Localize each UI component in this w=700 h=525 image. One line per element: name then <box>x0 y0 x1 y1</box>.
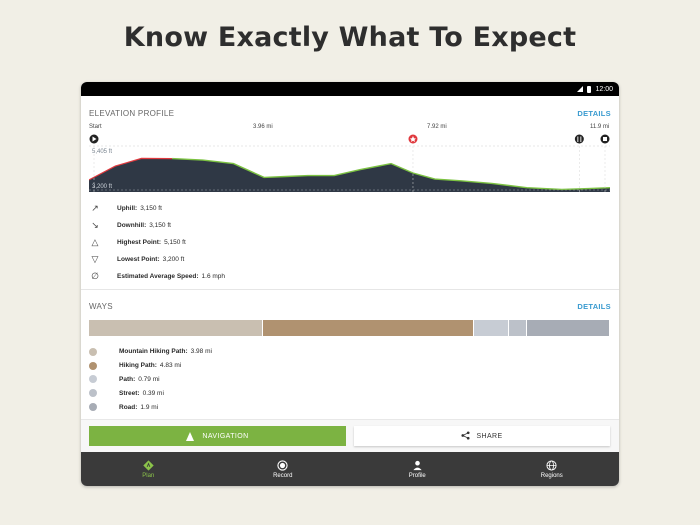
lowest-point-icon: ▽ <box>91 254 99 264</box>
stat-value: 3,200 ft <box>162 256 185 263</box>
elevation-header: ELEVATION PROFILE DETAILS <box>81 106 619 120</box>
tick-label: 3.96 mi <box>253 124 273 130</box>
tour-details[interactable]: ELEVATION PROFILE DETAILS Start 3.96 mi … <box>81 96 619 419</box>
stat-label: Lowest Point: <box>117 256 160 263</box>
distance-ticks: Start 3.96 mi 7.92 mi 11.9 mi <box>81 122 619 132</box>
nav-label: Regions <box>540 473 563 479</box>
nav-label: Plan <box>142 473 155 479</box>
legend-value: 0.39 mi <box>142 389 164 397</box>
nav-record[interactable]: Record <box>216 452 351 486</box>
stat-label: Uphill: <box>117 205 138 212</box>
record-icon <box>277 459 288 471</box>
nav-label: Profile <box>408 473 426 479</box>
elevation-stats: ↗ Uphill: 3,150 ft ↘ Downhill: 3,150 ft … <box>81 200 619 285</box>
share-icon <box>461 430 470 442</box>
stat-row: ∅ Estimated Average Speed: 1.6 mph <box>89 268 619 285</box>
stat-value: 3,150 ft <box>149 222 171 229</box>
legend-value: 3.98 mi <box>190 348 212 356</box>
elevation-area <box>89 158 610 192</box>
legend-value: 1.9 mi <box>140 403 159 411</box>
ways-segment <box>89 320 263 336</box>
tick-label: Start <box>89 124 102 130</box>
tick-label: 7.92 mi <box>427 124 447 130</box>
ways-header: WAYS DETAILS <box>81 299 619 313</box>
elevation-chart[interactable]: 5,405 ft 3,200 ft <box>89 134 610 194</box>
battery-icon <box>587 85 592 93</box>
share-label: SHARE <box>476 432 503 440</box>
elevation-title: ELEVATION PROFILE <box>89 108 175 118</box>
legend-value: 4.83 mi <box>159 362 182 370</box>
stat-value: 3,150 ft <box>140 205 162 212</box>
stat-row: ↘ Downhill: 3,150 ft <box>89 217 619 234</box>
nav-label: Record <box>273 473 293 479</box>
tick-label: 11.9 mi <box>590 124 610 130</box>
plan-icon <box>143 459 154 471</box>
legend-dot <box>89 347 97 356</box>
navigation-arrow-icon <box>186 431 195 441</box>
ways-segment <box>509 320 528 336</box>
headline: Know Exactly What To Expect <box>123 22 577 53</box>
stat-row: ▽ Lowest Point: 3,200 ft <box>89 251 619 268</box>
nav-regions[interactable]: Regions <box>485 452 620 486</box>
ways-segment <box>527 320 610 336</box>
stat-value: 1.6 mph <box>201 273 226 280</box>
nav-profile[interactable]: Profile <box>350 452 485 486</box>
ways-segment <box>474 320 510 336</box>
elevation-details-link[interactable]: DETAILS <box>577 109 611 118</box>
legend-label: Road: <box>119 403 138 411</box>
average-speed-icon: ∅ <box>91 271 99 281</box>
downhill-icon: ↘ <box>91 220 99 230</box>
ways-details-link[interactable]: DETAILS <box>577 302 611 311</box>
stat-row: ↗ Uphill: 3,150 ft <box>89 200 619 217</box>
legend-label: Hiking Path: <box>119 362 157 370</box>
legend-item: Path: 0.79 mi <box>89 373 619 387</box>
legend-item: Mountain Hiking Path: 3.98 mi <box>89 345 619 359</box>
legend-item: Street: 0.39 mi <box>89 386 619 400</box>
legend-item: Road: 1.9 mi <box>89 400 619 414</box>
legend-value: 0.79 mi <box>138 375 160 383</box>
legend-dot <box>89 361 97 370</box>
regions-icon <box>546 459 557 471</box>
elevation-svg: 5,405 ft 3,200 ft <box>89 134 610 192</box>
signal-icon <box>577 86 584 92</box>
stat-label: Downhill: <box>117 222 147 229</box>
ways-legend: Mountain Hiking Path: 3.98 mi Hiking Pat… <box>81 345 619 414</box>
status-bar: 12:00 <box>81 82 619 96</box>
legend-dot <box>89 403 97 412</box>
navigation-label: NAVIGATION <box>202 432 249 440</box>
finish-glyph <box>603 137 607 141</box>
nav-plan[interactable]: Plan <box>81 452 216 486</box>
action-bar: NAVIGATION SHARE <box>81 419 619 452</box>
navigation-button[interactable]: NAVIGATION <box>89 426 346 446</box>
legend-item: Hiking Path: 4.83 mi <box>89 359 619 373</box>
stat-label: Highest Point: <box>117 239 162 246</box>
ways-title: WAYS <box>89 301 113 311</box>
ways-segment <box>263 320 474 336</box>
restaurant-icon <box>574 134 584 144</box>
profile-icon <box>412 459 423 471</box>
highest-point-icon: △ <box>91 237 99 247</box>
share-button[interactable]: SHARE <box>354 426 610 446</box>
legend-dot <box>89 375 97 384</box>
bottom-navigation: Plan Record Profile Regions <box>81 452 619 486</box>
section-divider <box>81 289 619 290</box>
stat-row: △ Highest Point: 5,150 ft <box>89 234 619 251</box>
status-time: 12:00 <box>595 85 613 93</box>
device-screen: 12:00 ELEVATION PROFILE DETAILS Start 3.… <box>81 82 619 486</box>
legend-label: Street: <box>119 389 140 397</box>
legend-dot <box>89 389 97 398</box>
y-axis-label-min: 3,200 ft <box>92 184 112 190</box>
stat-label: Estimated Average Speed: <box>117 273 199 280</box>
legend-label: Mountain Hiking Path: <box>119 348 188 356</box>
uphill-icon: ↗ <box>91 203 99 213</box>
stat-value: 5,150 ft <box>164 239 186 246</box>
ways-bar <box>89 320 610 336</box>
legend-label: Path: <box>119 375 136 383</box>
y-axis-label-max: 5,405 ft <box>92 149 112 155</box>
